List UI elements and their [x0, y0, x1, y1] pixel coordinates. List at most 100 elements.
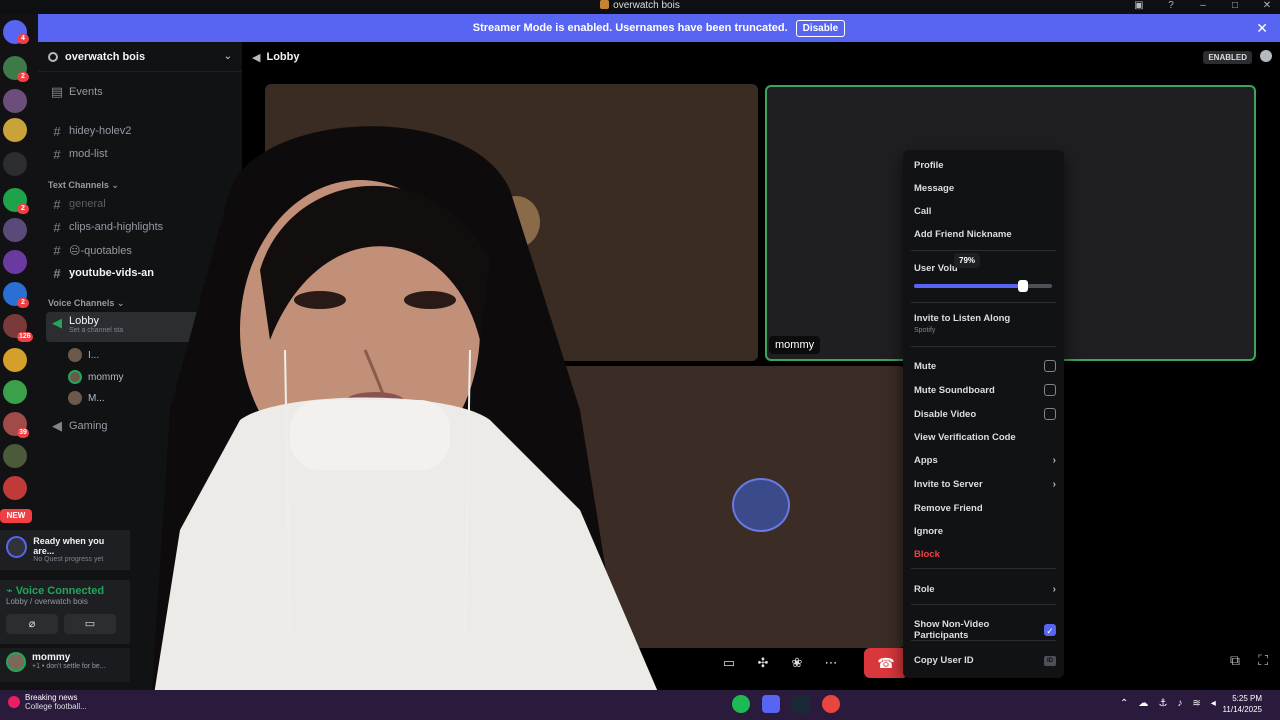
menu-invite-listen-along[interactable]: Invite to Listen Along [914, 313, 1056, 324]
menu-disable-video[interactable]: Disable Video [914, 408, 1056, 420]
camera-off-icon[interactable]: ⌀ [6, 614, 58, 634]
news-text: Breaking news College football... [25, 693, 87, 711]
events-item[interactable]: ▤ Events [46, 82, 236, 102]
news-icon [8, 696, 20, 708]
hash-icon: # [53, 219, 61, 235]
discord-icon[interactable] [762, 695, 780, 713]
hash-icon: # [53, 265, 61, 281]
inbox-icon[interactable]: ▣ [1132, 0, 1146, 12]
server-icon[interactable] [3, 89, 27, 113]
menu-remove-friend[interactable]: Remove Friend [914, 503, 1056, 514]
close-window-button[interactable]: ✕ [1260, 0, 1274, 12]
minimize-button[interactable]: – [1196, 0, 1210, 12]
id-icon: ID [1044, 655, 1056, 666]
disable-video-checkbox[interactable] [1044, 408, 1056, 420]
disable-streamer-mode-button[interactable]: Disable [795, 19, 846, 37]
window-titlebar: overwatch bois ▣ ? – □ ✕ [0, 0, 1280, 14]
menu-divider [911, 568, 1056, 569]
system-tray: ⌃ ☁ ⚓ ♪ ≋ ◂ [1120, 698, 1216, 709]
chat-icon[interactable] [1260, 50, 1272, 62]
help-icon[interactable]: ? [1164, 0, 1178, 12]
menu-divider [911, 346, 1056, 347]
server-header[interactable]: overwatch bois ⌄ [38, 42, 242, 72]
avatar [68, 391, 82, 405]
voice-buttons: ⌀ ▭ [6, 614, 124, 634]
new-badge: NEW [0, 509, 32, 523]
server-badge: 2 [17, 72, 29, 82]
hash-icon: # [53, 146, 61, 162]
server-icon[interactable] [3, 380, 27, 404]
show-non-video-checkbox[interactable]: ✓ [1044, 624, 1056, 636]
screen-share-icon[interactable]: ▭ [716, 651, 742, 675]
menu-divider [911, 302, 1056, 303]
usb-icon[interactable]: ⚓ [1158, 698, 1167, 709]
server-icon[interactable] [3, 218, 27, 242]
menu-ignore[interactable]: Ignore [914, 526, 1056, 537]
server-badge: 126 [17, 332, 33, 342]
fullscreen-icon[interactable]: ⛶ [1258, 652, 1268, 669]
taskbar-apps [732, 695, 840, 713]
channel-title: Lobby [266, 51, 300, 63]
chrome-icon[interactable] [822, 695, 840, 713]
wifi-icon[interactable]: ≋ [1192, 698, 1200, 709]
chevron-down-icon: ⌄ [223, 51, 232, 62]
menu-copy-user-id[interactable]: Copy User ID ID [914, 655, 1056, 666]
server-badge: 2 [17, 298, 29, 308]
tile-username: mommy [769, 336, 821, 354]
activities-icon[interactable]: ✣ [750, 651, 776, 675]
soundboard-icon[interactable]: ❀ [784, 651, 810, 675]
slider-handle[interactable] [1018, 280, 1029, 292]
call-controls: ▭ ✣ ❀ ⋯ ☎ [716, 648, 908, 678]
menu-call[interactable]: Call [914, 206, 1056, 217]
screen-share-icon[interactable]: ▭ [64, 614, 116, 634]
voice-user[interactable]: I... [68, 347, 99, 363]
menu-message[interactable]: Message [914, 183, 1056, 194]
mute-soundboard-checkbox[interactable] [1044, 384, 1056, 396]
menu-invite-to-server[interactable]: Invite to Server › [914, 479, 1056, 490]
category-text-channels[interactable]: Text Channels ⌄ [48, 180, 119, 191]
user-volume-slider[interactable] [914, 280, 1052, 292]
cloud-icon[interactable]: ☁ [1138, 698, 1148, 709]
server-icon[interactable] [3, 444, 27, 468]
server-boost-icon [48, 51, 58, 62]
volume-tooltip: 79% [954, 253, 981, 268]
menu-divider [911, 640, 1056, 641]
chevron-up-icon[interactable]: ⌃ [1120, 698, 1128, 709]
server-icon[interactable] [3, 152, 27, 176]
clock[interactable]: 5:25 PM 11/14/2025 [1223, 693, 1262, 715]
menu-apps[interactable]: Apps › [914, 455, 1056, 466]
banner-text: Streamer Mode is enabled. Usernames have… [472, 22, 788, 34]
os-taskbar: Breaking news College football... ⌃ ☁ ⚓ … [0, 690, 1280, 720]
server-icon[interactable] [3, 250, 27, 274]
maximize-button[interactable]: □ [1228, 0, 1242, 12]
more-options-icon[interactable]: ⋯ [818, 651, 844, 675]
menu-mute[interactable]: Mute [914, 360, 1056, 372]
menu-mute-soundboard[interactable]: Mute Soundboard [914, 384, 1056, 396]
avatar [6, 652, 26, 672]
menu-show-non-video[interactable]: Show Non-Video Participants ✓ [914, 619, 1056, 641]
menu-view-verification-code[interactable]: View Verification Code [914, 432, 1056, 443]
server-name: overwatch bois [65, 50, 146, 63]
steam-icon[interactable] [792, 695, 810, 713]
menu-block[interactable]: Block [914, 549, 1056, 560]
disconnect-button[interactable]: ☎ [864, 648, 908, 678]
mute-checkbox[interactable] [1044, 360, 1056, 372]
menu-add-friend-nickname[interactable]: Add Friend Nickname [914, 229, 1056, 240]
voice-user[interactable]: M... [68, 390, 105, 406]
popout-icon[interactable]: ⧉ [1230, 652, 1240, 669]
menu-profile[interactable]: Profile [914, 160, 1056, 171]
news-widget[interactable]: Breaking news College football... [8, 693, 87, 711]
volume-icon[interactable]: ◂ [1211, 698, 1216, 709]
server-icon[interactable] [3, 118, 27, 142]
spotify-icon[interactable] [732, 695, 750, 713]
hash-icon: # [53, 196, 61, 212]
window-title: overwatch bois [0, 0, 1280, 12]
server-icon[interactable] [3, 348, 27, 372]
menu-role[interactable]: Role › [914, 584, 1056, 595]
server-icon[interactable] [3, 476, 27, 500]
streamer-mode-banner: Streamer Mode is enabled. Usernames have… [38, 14, 1280, 42]
microphone-icon[interactable]: ♪ [1177, 698, 1182, 709]
menu-divider [911, 250, 1056, 251]
chevron-right-icon: › [1052, 455, 1056, 466]
close-icon[interactable]: ✕ [1256, 20, 1268, 37]
